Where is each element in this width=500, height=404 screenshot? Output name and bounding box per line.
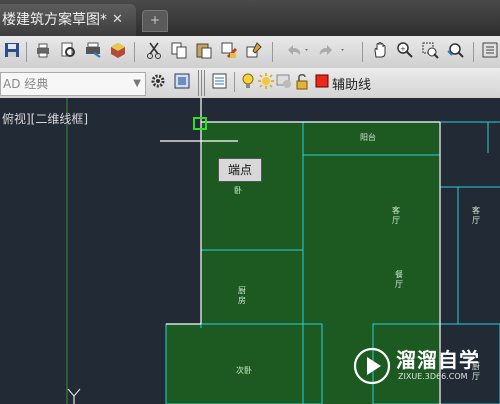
workspace-select[interactable]: AD 经典 ▼ <box>0 72 146 96</box>
room-label-bedroom: 卧 <box>234 186 242 195</box>
block-editor-icon[interactable] <box>244 41 264 61</box>
toolbar-separator <box>272 42 273 62</box>
paste-icon[interactable] <box>194 41 214 61</box>
floor-fill-bedroom2 <box>166 324 202 404</box>
document-tab-bar: 楼建筑方案草图* ✕ + <box>0 0 500 36</box>
copy-icon[interactable] <box>169 41 189 61</box>
undo-icon[interactable] <box>282 41 312 61</box>
layer-state-icon[interactable] <box>172 72 192 92</box>
cut-icon[interactable] <box>144 41 164 61</box>
standard-toolbar: + <box>0 36 500 69</box>
print-icon[interactable] <box>33 41 53 61</box>
room-label-kitchen: 厨 房 <box>238 286 246 305</box>
svg-text:+: + <box>400 45 406 53</box>
toolbar-separator <box>26 42 27 62</box>
viewport-freeze-icon[interactable] <box>274 72 294 92</box>
drawing-tab[interactable]: 楼建筑方案草图* ✕ <box>0 4 136 36</box>
pan-icon[interactable] <box>370 41 390 61</box>
toolbar-separator <box>473 42 474 62</box>
toolbar-grip[interactable] <box>198 70 206 96</box>
plus-icon: + <box>149 13 161 27</box>
room-label-living-2: 客 厅 <box>472 206 480 225</box>
print-preview-icon[interactable] <box>58 41 78 61</box>
layer-properties-icon[interactable] <box>210 72 230 92</box>
toolbar-separator <box>234 72 235 92</box>
workspace-value: AD 经典 <box>3 77 49 91</box>
toolbar-separator <box>134 42 135 62</box>
layers-toolbar: AD 经典 ▼ 辅助线 <box>0 68 500 99</box>
publish-3d-icon[interactable] <box>108 41 128 61</box>
unlock-icon[interactable] <box>292 72 312 92</box>
properties-icon[interactable] <box>480 41 500 61</box>
redo-icon[interactable] <box>318 41 348 61</box>
new-tab-button[interactable]: + <box>142 10 168 32</box>
osnap-tooltip: 端点 <box>218 158 262 182</box>
chevron-down-icon: ▼ <box>133 78 141 89</box>
workspace-settings-icon[interactable] <box>148 72 168 92</box>
ucs-icon <box>67 388 81 404</box>
viewport-controls-label[interactable]: 俯视][二维线框] <box>2 110 88 127</box>
zoom-window-icon[interactable] <box>420 41 440 61</box>
watermark-subtitle: ZIXUE.3D66.COM <box>398 372 468 381</box>
room-label-second-bedroom: 次卧 <box>236 366 252 375</box>
room-label-living: 客 厅 <box>392 206 400 225</box>
plot-icon[interactable] <box>83 41 103 61</box>
room-label-dining: 餐 厅 <box>395 270 403 289</box>
close-tab-icon[interactable]: ✕ <box>112 4 123 36</box>
toolbar-separator <box>362 42 363 62</box>
current-layer-name[interactable]: 辅助线 <box>332 74 371 93</box>
room-label-balcony: 阳台 <box>360 133 376 142</box>
drawing-tab-title: 楼建筑方案草图* <box>2 12 107 28</box>
zoom-realtime-icon[interactable]: + <box>395 41 415 61</box>
watermark-title: 溜溜自学 <box>396 348 480 372</box>
sun-icon[interactable] <box>256 72 276 92</box>
play-logo-icon <box>353 347 391 385</box>
zoom-previous-icon[interactable] <box>445 41 465 61</box>
match-properties-icon[interactable] <box>219 41 239 61</box>
lightbulb-icon[interactable] <box>238 72 258 92</box>
layer-color-swatch <box>312 72 332 92</box>
save-icon[interactable] <box>2 41 22 61</box>
watermark: 溜溜自学 ZIXUE.3D66.COM <box>352 342 479 390</box>
